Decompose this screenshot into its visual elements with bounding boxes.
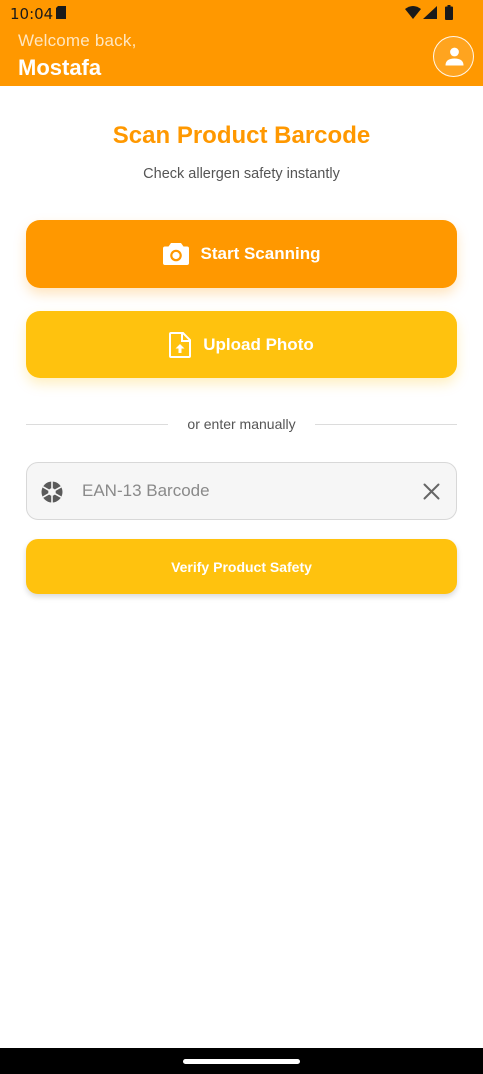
divider-left [26, 424, 168, 425]
status-time: 10:04 [10, 5, 54, 23]
cellular-signal-icon [423, 6, 437, 19]
page-title: Scan Product Barcode [112, 122, 371, 149]
person-icon [445, 47, 464, 66]
start-scanning-button[interactable]: Start Scanning [26, 220, 457, 288]
divider-text: or enter manually [187, 416, 296, 432]
welcome-text: Welcome back, [18, 31, 137, 50]
status-bar: 10:04 [0, 0, 483, 26]
home-gesture-handle[interactable] [183, 1059, 300, 1064]
aperture-icon [41, 481, 63, 503]
divider-right [315, 424, 457, 425]
app-header: Welcome back, Mostafa [0, 26, 483, 86]
wifi-icon [405, 6, 421, 19]
barcode-input[interactable] [82, 463, 402, 519]
navigation-bar [0, 1048, 483, 1074]
upload-photo-label: Upload Photo [203, 334, 314, 354]
battery-icon [445, 5, 453, 20]
barcode-field [26, 462, 457, 520]
sim-card-icon [56, 6, 66, 19]
camera-icon [162, 243, 189, 265]
verify-product-safety-label: Verify Product Safety [171, 558, 312, 575]
profile-button[interactable] [433, 36, 474, 77]
close-icon[interactable] [423, 483, 440, 500]
verify-product-safety-button[interactable]: Verify Product Safety [26, 539, 457, 594]
upload-file-icon [169, 331, 192, 358]
start-scanning-label: Start Scanning [200, 244, 321, 263]
page-subtitle: Check allergen safety instantly [143, 166, 340, 182]
username: Mostafa [18, 55, 102, 80]
upload-photo-button[interactable]: Upload Photo [26, 311, 457, 378]
